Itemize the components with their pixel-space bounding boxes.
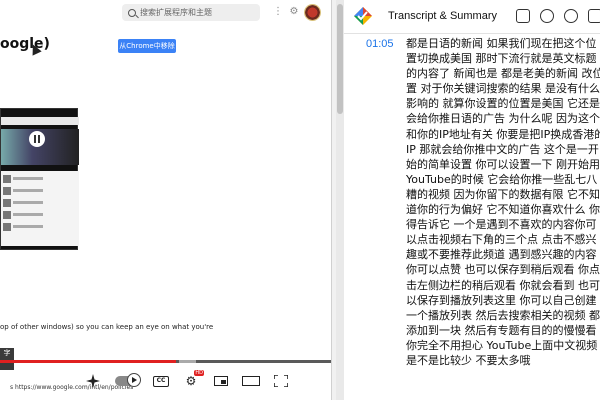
progress-buffered xyxy=(179,360,196,363)
timestamp-link[interactable]: 01:05 xyxy=(366,38,394,50)
video-caption: op of other windows) so you can keep an … xyxy=(0,323,214,331)
transcript-text: 都是日语的新闻 如果我们现在把这个位置切换成美国 那时下流行就是英文标题的内容了… xyxy=(406,37,600,367)
page-title: oogle) xyxy=(0,36,50,52)
openai-icon[interactable] xyxy=(540,9,554,23)
progress-bar[interactable] xyxy=(0,360,331,363)
video-pane: 搜索扩展程序和主题 ⋮ ⚙ oogle) 从Chrome中移除 op of ot… xyxy=(0,0,332,400)
transcript-panel: Transcript & Summary 01:05 都是日语的新闻 如果我们现… xyxy=(344,0,600,400)
miniplayer-icon[interactable] xyxy=(212,374,230,388)
panel-header: Transcript & Summary xyxy=(344,0,600,34)
subtitle-badge: 字 xyxy=(0,348,14,370)
settings-gear-icon[interactable]: ⚙ HD xyxy=(182,370,204,388)
theater-mode-icon[interactable] xyxy=(242,374,260,388)
screen: 搜索扩展程序和主题 ⋮ ⚙ oogle) 从Chrome中移除 op of ot… xyxy=(0,0,600,400)
dots-icon[interactable]: ⋮ xyxy=(272,6,284,18)
fullscreen-icon[interactable] xyxy=(272,374,290,388)
autoplay-toggle[interactable] xyxy=(114,373,141,388)
progress-played xyxy=(0,360,176,363)
panel-title: Transcript & Summary xyxy=(388,10,498,22)
hd-badge: HD xyxy=(194,370,204,376)
pause-icon[interactable] xyxy=(29,131,45,147)
search-icon xyxy=(128,8,136,17)
copy-icon[interactable] xyxy=(588,9,600,23)
captions-button[interactable]: CC xyxy=(152,374,170,388)
play-icon xyxy=(127,373,141,387)
thumbnail-list xyxy=(1,171,79,246)
settings-icon[interactable]: ⚙ xyxy=(288,6,300,18)
player-controls: CC ⚙ HD xyxy=(84,370,290,392)
app-logo-icon xyxy=(354,7,372,25)
target-icon[interactable] xyxy=(564,9,578,23)
video-thumbnail[interactable] xyxy=(0,108,79,250)
remove-from-chrome-button[interactable]: 从Chrome中移除 xyxy=(118,39,176,53)
search-placeholder: 搜索扩展程序和主题 xyxy=(140,8,212,17)
avatar[interactable] xyxy=(304,4,321,21)
extension-search-input[interactable]: 搜索扩展程序和主题 xyxy=(122,4,260,21)
transcript-icon[interactable] xyxy=(516,9,530,23)
page-scrollbar[interactable] xyxy=(336,0,344,400)
sparkle-icon[interactable] xyxy=(84,374,102,388)
